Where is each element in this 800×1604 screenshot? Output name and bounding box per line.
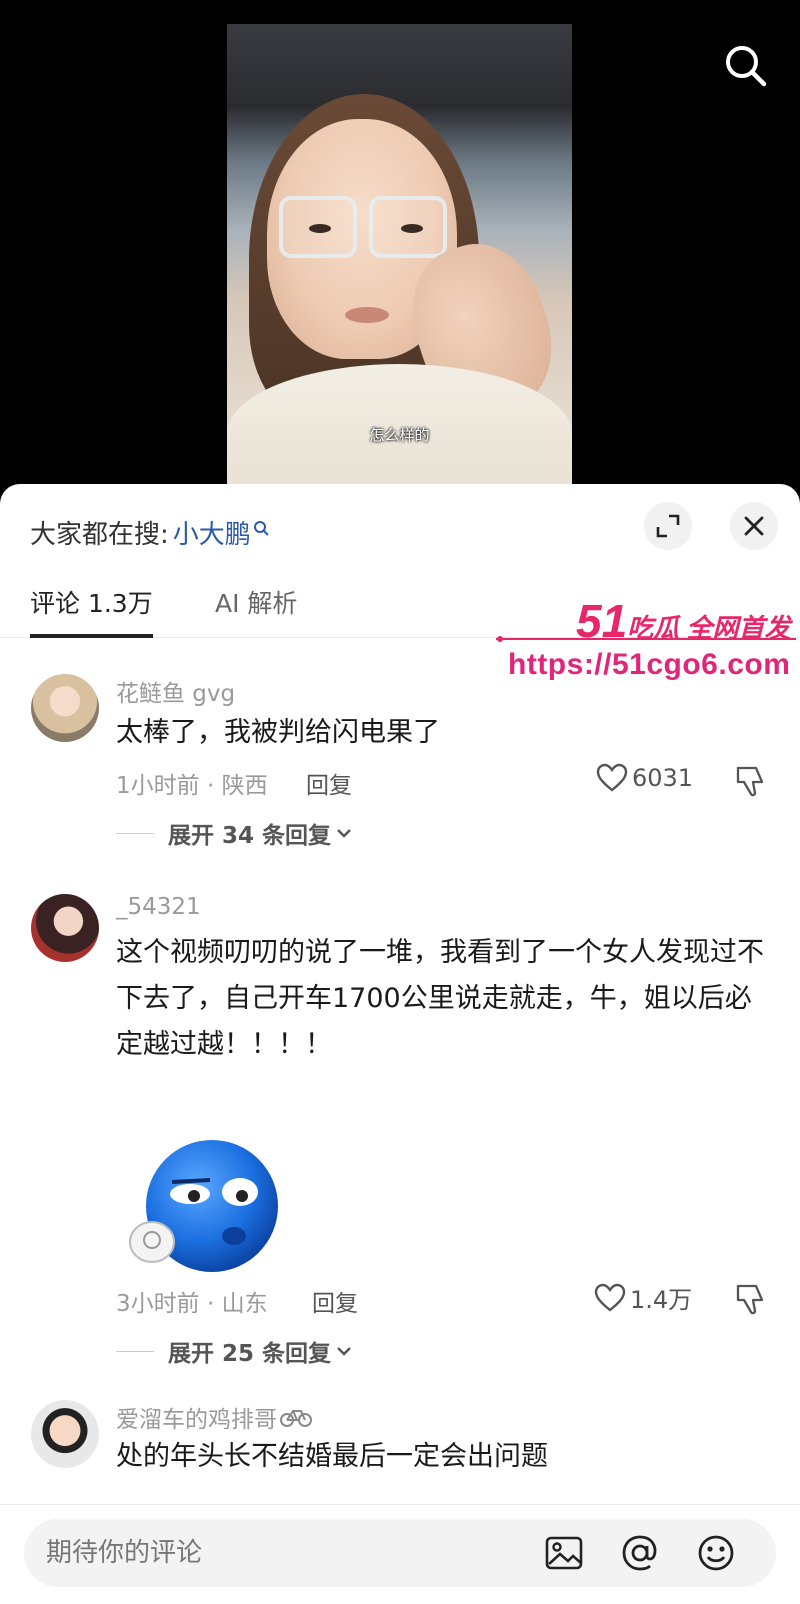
dislike-icon[interactable] (734, 764, 768, 798)
reply-button[interactable]: 回复 (306, 766, 352, 800)
avatar[interactable] (31, 674, 99, 742)
expand-replies-button[interactable]: 展开 34 条回复 (116, 816, 353, 850)
bicycle-icon (280, 1410, 312, 1427)
heart-icon (594, 1283, 626, 1312)
comment-username-row[interactable]: 爱溜车的鸡排哥 (116, 1400, 313, 1434)
expand-replies-button[interactable]: 展开 25 条回复 (116, 1334, 353, 1368)
search-icon (253, 520, 269, 536)
search-icon (726, 46, 767, 87)
image-icon[interactable] (544, 1533, 584, 1573)
trending-keyword[interactable]: 小大鹏 (173, 514, 251, 551)
comment-text: 这个视频叨叨的说了一堆，我看到了一个女人发现过不下去了，自己开车1700公里说走… (116, 937, 764, 1060)
app-screen: 怎么样的 大家都在搜: 小大鹏 评论 1.3万 AI 解析 51吃瓜 全网首发 … (0, 0, 800, 1604)
trending-label: 大家都在搜: (30, 520, 169, 550)
tab-ai-analysis[interactable]: AI 解析 (215, 584, 297, 638)
avatar[interactable] (31, 894, 99, 962)
search-button[interactable] (722, 42, 770, 90)
comment-input[interactable]: 期待你的评论 (24, 1519, 776, 1587)
comment-meta: 3小时前 · 山东 (116, 1291, 268, 1317)
chevron-down-icon (337, 1347, 351, 1356)
like-button[interactable]: 6031 (596, 762, 693, 794)
at-icon[interactable] (620, 1533, 660, 1573)
video-caption: 怎么样的 (369, 426, 430, 444)
like-count: 1.4万 (630, 1286, 693, 1314)
emoji-icon[interactable] (696, 1533, 736, 1573)
comment-text: 太棒了，我被判给闪电果了 (116, 717, 440, 748)
watermark-line (496, 636, 796, 642)
like-count: 6031 (632, 764, 694, 792)
expand-replies-label: 展开 25 条回复 (168, 1341, 332, 1367)
dislike-icon[interactable] (734, 1282, 768, 1316)
watermark: 51吃瓜 全网首发 https://51cgo6.com (496, 594, 796, 694)
comment-username[interactable]: 花鲢鱼 gvg (116, 674, 235, 708)
video-frame-glasses (279, 196, 449, 266)
chevron-down-icon (337, 829, 351, 838)
expand-button[interactable] (644, 502, 692, 550)
close-button[interactable] (730, 502, 778, 550)
watermark-url: https://51cgo6.com (508, 648, 791, 681)
video-player[interactable]: 怎么样的 (227, 24, 572, 486)
emoji-sticker (129, 1140, 278, 1272)
comment-username[interactable]: _54321 (116, 894, 201, 920)
comment-sheet: 大家都在搜: 小大鹏 评论 1.3万 AI 解析 51吃瓜 全网首发 https… (0, 484, 800, 1604)
trending-search[interactable]: 大家都在搜: 小大鹏 (30, 514, 269, 551)
comment-input-bar: 期待你的评论 (0, 1504, 800, 1604)
expand-replies-label: 展开 34 条回复 (168, 823, 332, 849)
comment-text: 处的年头长不结婚最后一定会出问题 (116, 1441, 548, 1472)
comment-meta: 1小时前 · 陕西 (116, 773, 268, 799)
reply-button[interactable]: 回复 (312, 1284, 358, 1318)
like-button[interactable]: 1.4万 (594, 1280, 692, 1315)
comment-username[interactable]: 爱溜车的鸡排哥 (116, 1400, 277, 1434)
expand-icon (656, 514, 680, 538)
tab-comments[interactable]: 评论 1.3万 (30, 584, 153, 638)
avatar[interactable] (31, 1400, 99, 1468)
video-frame-lips (345, 307, 389, 323)
comment-input-placeholder: 期待你的评论 (46, 1538, 203, 1568)
heart-icon (596, 763, 628, 792)
close-icon (744, 516, 764, 536)
